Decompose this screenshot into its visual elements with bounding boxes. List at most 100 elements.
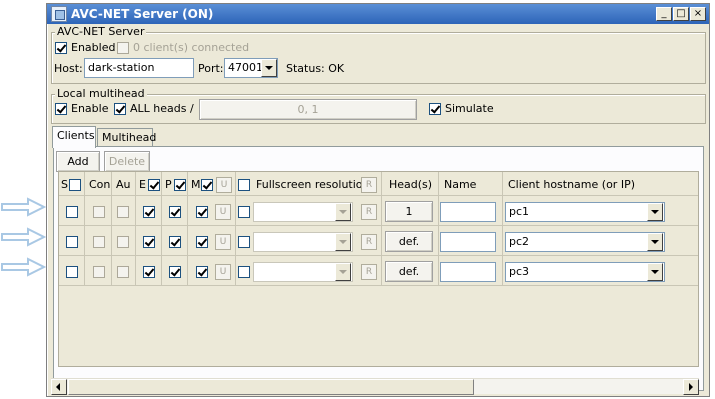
port-value: 47001 xyxy=(228,61,263,74)
clients-grid: S Con Au E P M U Fullscreen resolution R… xyxy=(58,171,699,367)
row-p-checkbox[interactable] xyxy=(169,266,181,278)
table-row: U R def. pc2 xyxy=(59,230,698,254)
row-u-button: U xyxy=(215,264,231,280)
enabled-label: Enabled xyxy=(71,41,116,54)
row-m-checkbox[interactable] xyxy=(196,206,208,218)
heads-field: 0, 1 xyxy=(199,99,417,120)
row-select-checkbox[interactable] xyxy=(66,206,78,218)
row-hostname-input[interactable]: pc3 xyxy=(505,262,665,282)
row-con-checkbox xyxy=(93,266,105,278)
row-heads-button[interactable]: def. xyxy=(385,231,433,252)
close-button[interactable]: × xyxy=(690,7,706,21)
title-bar[interactable]: AVC-NET Server (ON) _ □ × xyxy=(47,4,709,24)
minimize-button[interactable]: _ xyxy=(656,7,672,21)
app-icon xyxy=(51,6,67,22)
row-u-button: U xyxy=(215,204,231,220)
row-p-checkbox[interactable] xyxy=(169,236,181,248)
scroll-left-button[interactable] xyxy=(51,379,67,395)
row-fullscreen-chevron-down-icon xyxy=(335,233,351,251)
enabled-checkbox[interactable] xyxy=(55,42,67,54)
horizontal-scrollbar[interactable] xyxy=(51,378,699,395)
row-name-input[interactable] xyxy=(440,262,496,282)
col-hostname-header: Client hostname (or IP) xyxy=(508,178,635,191)
row-fullscreen-chevron-down-icon xyxy=(335,263,351,281)
col-m-header: M xyxy=(191,178,201,191)
row-pointer-arrow-icon xyxy=(1,197,47,217)
row-pointer-arrow-icon xyxy=(1,257,47,277)
row-divider xyxy=(59,285,698,286)
row-r-button: R xyxy=(361,234,377,250)
port-dropdown-chevron-down-icon[interactable] xyxy=(261,59,277,77)
table-row: U R 1 pc1 xyxy=(59,200,698,224)
row-hostname-input[interactable]: pc1 xyxy=(505,202,665,222)
header-divider xyxy=(59,195,698,196)
col-r-header-button: R xyxy=(361,177,377,193)
col-p-all-checkbox[interactable] xyxy=(174,179,186,191)
tab-clients[interactable]: Clients xyxy=(52,126,96,148)
col-e-header: E xyxy=(139,178,146,191)
host-input[interactable]: dark-station xyxy=(84,58,194,78)
host-label: Host: xyxy=(54,62,83,75)
window-title: AVC-NET Server (ON) xyxy=(71,7,214,21)
col-fullscreen-all-checkbox[interactable] xyxy=(238,179,250,191)
row-pointer-arrow-icon xyxy=(1,227,47,247)
server-window: AVC-NET Server (ON) _ □ × AVC-NET Server… xyxy=(46,3,710,397)
all-heads-checkbox[interactable] xyxy=(114,103,126,115)
col-s-header: S xyxy=(61,178,68,191)
row-fullscreen-checkbox[interactable] xyxy=(238,236,250,248)
row-m-checkbox[interactable] xyxy=(196,266,208,278)
delete-button: Delete xyxy=(104,151,150,172)
chevron-right-icon xyxy=(689,383,693,391)
row-e-checkbox[interactable] xyxy=(143,236,155,248)
simulate-label: Simulate xyxy=(445,102,494,115)
col-fullscreen-header: Fullscreen resolution xyxy=(256,178,370,191)
clients-panel: Add Delete S Con Au E P M U Fullscreen r… xyxy=(53,146,704,391)
row-name-input[interactable] xyxy=(440,232,496,252)
col-con-header: Con xyxy=(89,178,111,191)
row-fullscreen-checkbox[interactable] xyxy=(238,266,250,278)
row-p-checkbox[interactable] xyxy=(169,206,181,218)
col-heads-header: Head(s) xyxy=(389,178,433,191)
row-select-checkbox[interactable] xyxy=(66,236,78,248)
chevron-left-icon xyxy=(56,383,60,391)
row-fullscreen-checkbox[interactable] xyxy=(238,206,250,218)
row-con-checkbox xyxy=(93,236,105,248)
row-au-checkbox xyxy=(117,266,129,278)
col-e-all-checkbox[interactable] xyxy=(148,179,160,191)
row-name-input[interactable] xyxy=(440,202,496,222)
col-p-header: P xyxy=(165,178,172,191)
row-divider xyxy=(59,225,698,226)
multihead-group-title: Local multihead xyxy=(55,87,147,100)
col-au-header: Au xyxy=(116,178,131,191)
multihead-enable-checkbox[interactable] xyxy=(55,103,67,115)
col-u-header-button: U xyxy=(216,177,232,193)
tab-multihead[interactable]: Multihead xyxy=(97,128,156,148)
scroll-right-button[interactable] xyxy=(683,379,699,395)
maximize-button[interactable]: □ xyxy=(673,7,689,21)
col-m-all-checkbox[interactable] xyxy=(201,179,213,191)
row-e-checkbox[interactable] xyxy=(143,266,155,278)
row-fullscreen-chevron-down-icon xyxy=(335,203,351,221)
scroll-thumb[interactable] xyxy=(68,379,474,395)
row-au-checkbox xyxy=(117,206,129,218)
row-select-checkbox[interactable] xyxy=(66,266,78,278)
all-heads-label: ALL heads / xyxy=(130,102,194,115)
row-divider xyxy=(59,255,698,256)
col-name-header: Name xyxy=(444,178,477,191)
simulate-checkbox[interactable] xyxy=(429,103,441,115)
row-con-checkbox xyxy=(93,206,105,218)
row-heads-button[interactable]: 1 xyxy=(385,201,433,222)
row-m-checkbox[interactable] xyxy=(196,236,208,248)
row-heads-button[interactable]: def. xyxy=(385,261,433,282)
row-hostname-input[interactable]: pc2 xyxy=(505,232,665,252)
table-row: U R def. pc3 xyxy=(59,260,698,284)
row-u-button: U xyxy=(215,234,231,250)
add-button[interactable]: Add xyxy=(56,151,100,172)
select-all-checkbox[interactable] xyxy=(69,179,81,191)
row-hostname-chevron-down-icon[interactable] xyxy=(647,263,663,281)
row-hostname-chevron-down-icon[interactable] xyxy=(647,233,663,251)
row-hostname-chevron-down-icon[interactable] xyxy=(647,203,663,221)
row-r-button: R xyxy=(361,264,377,280)
clients-connected-checkbox xyxy=(117,42,129,54)
row-e-checkbox[interactable] xyxy=(143,206,155,218)
